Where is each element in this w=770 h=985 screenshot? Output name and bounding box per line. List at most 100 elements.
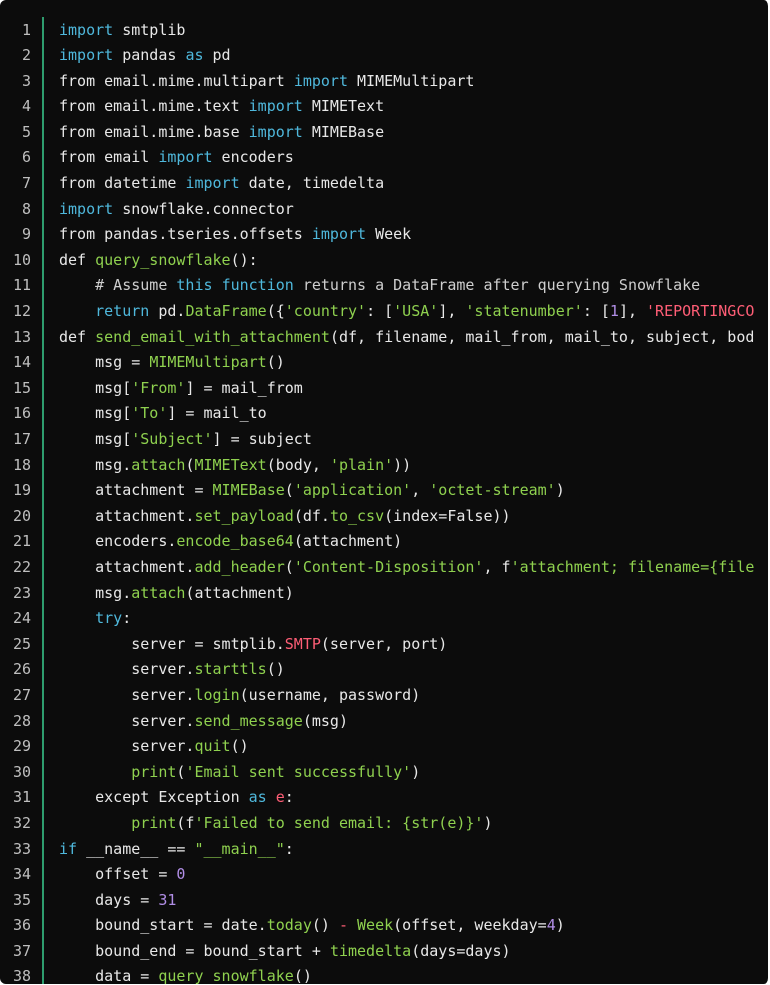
code-token: pandas: [113, 46, 186, 65]
code-token: server.: [59, 685, 195, 704]
code-line[interactable]: msg.attach(attachment): [59, 581, 768, 607]
code-token: today: [266, 916, 312, 935]
code-token: (: [284, 481, 294, 500]
code-token: query_snowflake: [95, 250, 231, 269]
code-line[interactable]: bound_end = bound_start + timedelta(days…: [59, 939, 768, 965]
code-token: server.: [59, 711, 195, 730]
code-token: 1: [609, 302, 619, 321]
code-token: (index=False)): [384, 506, 511, 525]
code-token: 'Failed to send email: {str(e)}': [194, 813, 484, 832]
line-number: 27: [12, 685, 31, 704]
code-line[interactable]: attachment.set_payload(df.to_csv(index=F…: [59, 504, 768, 530]
line-number: 36: [12, 916, 31, 935]
code-line[interactable]: server.login(username, password): [59, 683, 768, 709]
code-token: import: [311, 225, 367, 244]
code-line[interactable]: if __name__ == "__main__":: [59, 837, 768, 863]
code-token: import: [293, 71, 348, 90]
code-token: (): [230, 737, 249, 756]
code-line[interactable]: from email.mime.multipart import MIMEMul…: [59, 69, 768, 95]
code-token: pd: [203, 46, 231, 65]
code-line[interactable]: msg = MIMEMultipart(): [59, 350, 768, 376]
code-token: starttls: [194, 660, 267, 679]
code-line[interactable]: server = smtplib.SMTP(server, port): [59, 632, 768, 658]
code-token: return: [95, 302, 150, 321]
code-line[interactable]: import snowflake.connector: [59, 197, 768, 223]
line-number: 38: [12, 967, 31, 984]
line-number: 14: [12, 353, 31, 372]
code-line[interactable]: attachment = MIMEBase('application', 'oc…: [59, 478, 768, 504]
code-line[interactable]: print('Email sent successfully'): [59, 760, 768, 786]
code-line[interactable]: server.starttls(): [59, 657, 768, 683]
code-token: : [: [366, 302, 394, 321]
code-token: ): [555, 916, 565, 935]
code-line[interactable]: server.send_message(msg): [59, 709, 768, 735]
code-line[interactable]: msg.attach(MIMEText(body, 'plain')): [59, 453, 768, 479]
code-token: attach: [131, 583, 186, 602]
code-line[interactable]: from datetime import date, timedelta: [59, 171, 768, 197]
code-line[interactable]: attachment.add_header('Content-Dispositi…: [59, 555, 768, 581]
line-number: 30: [12, 762, 31, 781]
code-line[interactable]: msg['Subject'] = subject: [59, 427, 768, 453]
line-number: 3: [21, 71, 31, 90]
code-editor[interactable]: 1 2 3 4 5 6 7 8 9 10 11 12 13 14 15 16 17 18 19 20 21 22 23 24 2…: [0, 0, 770, 984]
code-token: ,: [411, 481, 430, 500]
line-number: 19: [12, 481, 31, 500]
code-line[interactable]: msg['To'] = mail_to: [59, 401, 768, 427]
code-token: print: [131, 762, 177, 781]
code-token: except Exception: [59, 788, 249, 807]
code-line[interactable]: from email.mime.text import MIMEText: [59, 94, 768, 120]
code-token: as: [185, 46, 204, 65]
code-line[interactable]: def query_snowflake():: [59, 248, 768, 274]
line-number: 9: [21, 225, 31, 244]
line-number: 20: [12, 506, 31, 525]
code-token: MIMEBase: [302, 122, 385, 141]
code-line[interactable]: days = 31: [59, 888, 768, 914]
code-area[interactable]: import smtplib import pandas as pd from em…: [59, 18, 768, 985]
code-token: def: [59, 327, 96, 346]
code-token: attachment.: [59, 506, 195, 525]
code-token: Week: [357, 916, 394, 935]
line-number: 32: [12, 813, 31, 832]
code-line[interactable]: try:: [59, 606, 768, 632]
code-token: try: [95, 609, 123, 628]
code-token: (msg): [302, 711, 348, 730]
code-token: 'To': [131, 404, 168, 423]
code-line[interactable]: import pandas as pd: [59, 43, 768, 69]
code-line[interactable]: except Exception as e:: [59, 785, 768, 811]
code-token: 'attachment; filename={file: [510, 557, 755, 576]
code-line[interactable]: encoders.encode_base64(attachment): [59, 529, 768, 555]
code-line[interactable]: def send_email_with_attachment(df, filen…: [59, 325, 768, 351]
code-token: MIMEMultipart: [348, 71, 475, 90]
code-line[interactable]: from email import encoders: [59, 145, 768, 171]
code-token: 'REPORTINGCO: [646, 302, 755, 321]
code-token: DataFrame: [185, 302, 267, 321]
code-token: offset =: [59, 865, 177, 884]
code-line[interactable]: from pandas.tseries.offsets import Week: [59, 222, 768, 248]
code-token: ] = mail_from: [185, 378, 303, 397]
code-token: e: [275, 788, 285, 807]
code-token: bound_start = date.: [59, 916, 267, 935]
line-number: 1: [21, 20, 31, 39]
code-line[interactable]: data = query_snowflake(): [59, 964, 768, 984]
line-number: 33: [12, 839, 31, 858]
code-line[interactable]: from email.mime.base import MIMEBase: [59, 120, 768, 146]
line-number: 13: [12, 327, 31, 346]
code-line[interactable]: import smtplib: [59, 18, 768, 44]
code-token: send_message: [194, 711, 303, 730]
code-line[interactable]: server.quit(): [59, 734, 768, 760]
code-line[interactable]: bound_start = date.today() - Week(offset…: [59, 913, 768, 939]
code-token: msg.: [59, 583, 132, 602]
code-token: encoders: [212, 148, 294, 167]
code-line[interactable]: # Assume this function returns a DataFra…: [59, 273, 768, 299]
code-token: ): [483, 813, 493, 832]
code-token: def: [59, 250, 96, 269]
line-number: 29: [12, 737, 31, 756]
code-line[interactable]: msg['From'] = mail_from: [59, 376, 768, 402]
code-token: MIMEMultipart: [149, 353, 267, 372]
code-line[interactable]: return pd.DataFrame({'country': ['USA'],…: [59, 299, 768, 325]
code-line[interactable]: print(f'Failed to send email: {str(e)}'): [59, 811, 768, 837]
code-line[interactable]: offset = 0: [59, 862, 768, 888]
code-token: from email: [59, 148, 159, 167]
